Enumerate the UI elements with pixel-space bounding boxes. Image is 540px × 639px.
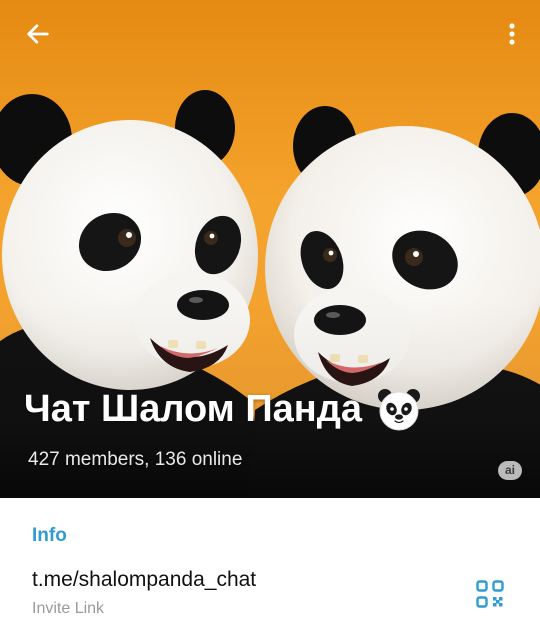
qr-code-button[interactable] <box>476 580 504 608</box>
more-vertical-icon <box>508 22 516 51</box>
invite-link-label: Invite Link <box>32 600 105 617</box>
chat-title: Чат Шалом Панда <box>24 387 362 430</box>
ai-badge: ai <box>498 461 522 480</box>
more-options-button[interactable] <box>500 16 524 56</box>
qr-code-icon <box>476 580 504 612</box>
member-count: 427 members, 136 online <box>28 449 243 470</box>
back-button[interactable] <box>16 16 60 56</box>
profile-hero-image: Чат Шалом Панда 427 members, 136 online … <box>0 0 540 498</box>
invite-link-row[interactable]: t.me/shalompanda_chat Invite Link <box>0 560 540 628</box>
invite-link-value[interactable]: t.me/shalompanda_chat <box>32 568 256 592</box>
group-profile-screen: Чат Шалом Панда 427 members, 136 online … <box>0 0 540 639</box>
info-section-title: Info <box>32 525 67 546</box>
info-section: Info t.me/shalompanda_chat Invite Link <box>0 498 540 639</box>
chat-title-row: Чат Шалом Панда <box>24 386 422 432</box>
arrow-left-icon <box>24 20 52 53</box>
panda-face-icon <box>376 386 422 432</box>
